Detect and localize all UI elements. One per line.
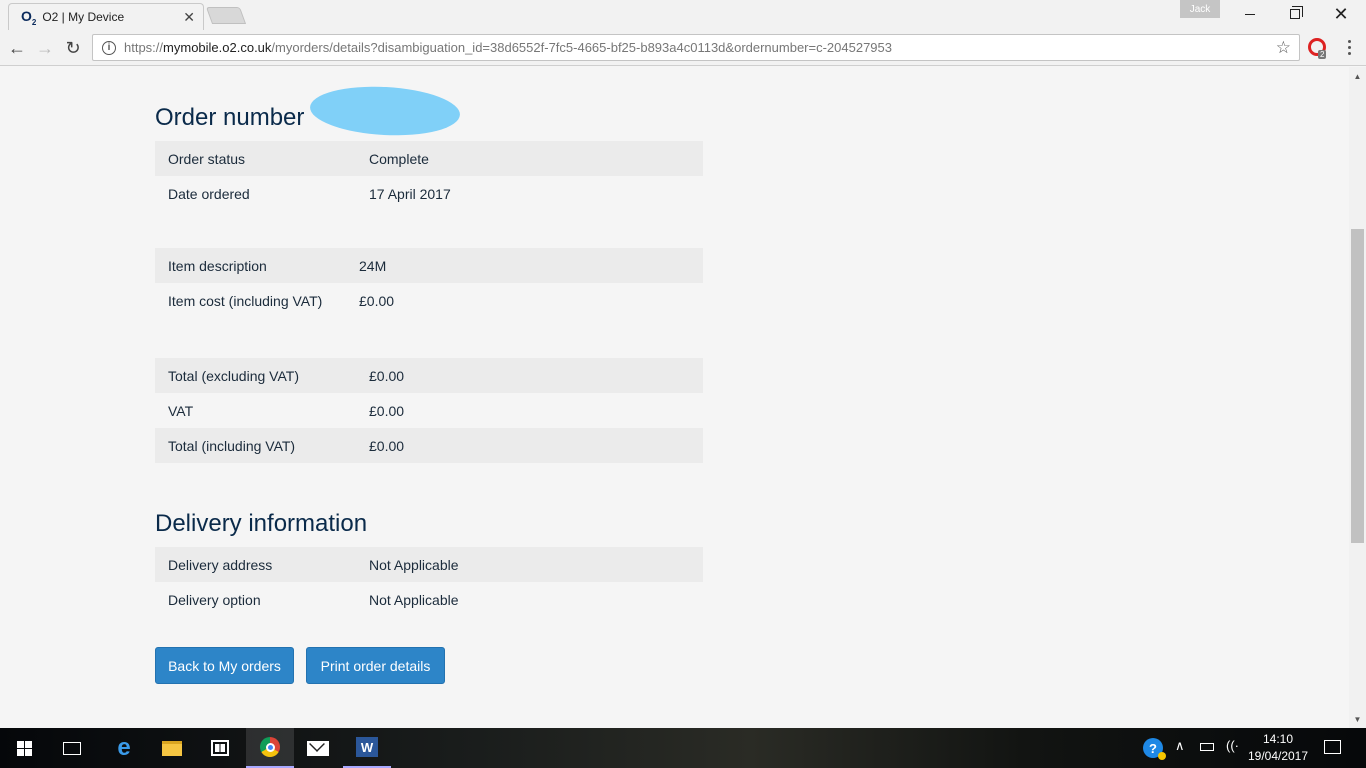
row-label: Order status bbox=[168, 150, 246, 167]
site-info-icon[interactable]: i bbox=[102, 40, 116, 55]
vat-row: VAT £0.00 bbox=[155, 393, 703, 428]
store-icon bbox=[211, 740, 229, 756]
task-view-icon bbox=[63, 741, 81, 755]
url-host: mymobile.o2.co.uk bbox=[163, 40, 272, 55]
tab-close-icon[interactable]: ✕ bbox=[183, 9, 195, 26]
scroll-down-arrow-icon[interactable]: ▼ bbox=[1349, 712, 1366, 726]
word-icon: W bbox=[356, 737, 378, 757]
row-value: £0.00 bbox=[369, 367, 405, 384]
edge-browser-icon[interactable]: e bbox=[100, 728, 148, 768]
row-value: £0.00 bbox=[359, 292, 395, 309]
order-status-row: Order status Complete bbox=[155, 141, 703, 176]
profile-badge[interactable]: Jack bbox=[1180, 0, 1220, 18]
scroll-up-arrow-icon[interactable]: ▲ bbox=[1349, 69, 1366, 83]
task-view-button[interactable] bbox=[48, 728, 96, 768]
back-arrow-icon[interactable]: ← bbox=[6, 37, 28, 59]
clock-date: 19/04/2017 bbox=[1247, 749, 1309, 763]
mail-button[interactable] bbox=[294, 728, 342, 768]
scroll-thumb[interactable] bbox=[1351, 229, 1364, 543]
row-label: Total (excluding VAT) bbox=[168, 367, 299, 384]
total-including-vat-row: Total (including VAT) £0.00 bbox=[155, 428, 703, 463]
row-value: 17 April 2017 bbox=[369, 185, 451, 202]
url-text[interactable]: https://mymobile.o2.co.uk/myorders/detai… bbox=[124, 40, 1276, 55]
forward-arrow-icon[interactable]: → bbox=[34, 37, 56, 59]
row-value: Not Applicable bbox=[369, 591, 459, 608]
battery-icon[interactable] bbox=[1200, 743, 1214, 751]
order-number-heading: Order number bbox=[155, 104, 305, 131]
row-label: Item description bbox=[168, 257, 267, 274]
bookmark-star-icon[interactable]: ☆ bbox=[1276, 38, 1291, 58]
row-value: 24M bbox=[359, 257, 387, 274]
minimize-button[interactable] bbox=[1227, 0, 1273, 28]
restore-button[interactable] bbox=[1272, 0, 1318, 28]
browser-toolbar: ← → ↻ i https://mymobile.o2.co.uk/myorde… bbox=[0, 30, 1366, 66]
row-value: Not Applicable bbox=[369, 556, 459, 573]
reload-icon[interactable]: ↻ bbox=[62, 37, 84, 59]
wifi-icon[interactable]: ((· bbox=[1226, 738, 1239, 753]
url-scheme: https:// bbox=[124, 40, 164, 55]
folder-icon bbox=[162, 740, 182, 756]
delivery-information-heading: Delivery information bbox=[155, 510, 368, 537]
redaction-mark bbox=[308, 83, 462, 139]
chrome-icon bbox=[260, 737, 280, 757]
address-bar[interactable]: i https://mymobile.o2.co.uk/myorders/det… bbox=[92, 34, 1300, 61]
file-explorer-button[interactable] bbox=[148, 728, 196, 768]
show-hidden-icons-chevron-icon[interactable]: ∧ bbox=[1175, 738, 1185, 754]
page-scrollbar[interactable]: ▲ ▼ bbox=[1349, 67, 1366, 728]
help-tray-icon[interactable]: ? bbox=[1143, 738, 1166, 760]
action-center-icon[interactable] bbox=[1324, 740, 1341, 754]
chrome-taskbar-button[interactable] bbox=[246, 728, 294, 768]
date-ordered-row: Date ordered 17 April 2017 bbox=[155, 176, 703, 211]
row-label: Total (including VAT) bbox=[168, 437, 296, 454]
item-description-row: Item description 24M bbox=[155, 248, 703, 283]
clock-time: 14:10 bbox=[1262, 732, 1294, 746]
total-excluding-vat-row: Total (excluding VAT) £0.00 bbox=[155, 358, 703, 393]
delivery-option-row: Delivery option Not Applicable bbox=[155, 582, 703, 617]
row-value: £0.00 bbox=[369, 402, 405, 419]
favicon-letter: O bbox=[21, 7, 32, 24]
favicon-subscript: 2 bbox=[31, 17, 37, 27]
page-content: Order number Order status Complete Date … bbox=[0, 67, 1349, 728]
windows-taskbar: e W ? ∧ ((· 14:10 19/04/2017 bbox=[0, 728, 1366, 768]
print-order-details-button[interactable]: Print order details bbox=[306, 647, 445, 684]
tab-title: O2 | My Device bbox=[42, 10, 125, 24]
extension-badge: 2 bbox=[1318, 50, 1327, 59]
url-path: /myorders/details?disambiguation_id=38d6… bbox=[271, 40, 893, 55]
row-label: VAT bbox=[168, 402, 194, 419]
row-value: Complete bbox=[369, 150, 429, 167]
start-button[interactable] bbox=[0, 728, 48, 768]
close-window-button[interactable]: ✕ bbox=[1318, 0, 1364, 28]
row-label: Item cost (including VAT) bbox=[168, 292, 323, 309]
delivery-address-row: Delivery address Not Applicable bbox=[155, 547, 703, 582]
browser-titlebar: O2 O2 | My Device ✕ Jack ✕ bbox=[0, 0, 1366, 30]
restore-icon bbox=[1290, 6, 1303, 19]
row-label: Delivery address bbox=[168, 556, 273, 573]
tab-o2-my-device[interactable]: O2 O2 | My Device ✕ bbox=[8, 3, 204, 30]
row-value: £0.00 bbox=[369, 437, 405, 454]
taskbar-clock[interactable]: 14:10 19/04/2017 bbox=[1244, 731, 1312, 765]
word-taskbar-button[interactable]: W bbox=[343, 728, 391, 768]
row-label: Date ordered bbox=[168, 185, 250, 202]
browser-menu-icon[interactable] bbox=[1340, 38, 1358, 56]
item-cost-row: Item cost (including VAT) £0.00 bbox=[155, 283, 703, 318]
back-to-my-orders-button[interactable]: Back to My orders bbox=[155, 647, 294, 684]
row-label: Delivery option bbox=[168, 591, 261, 608]
new-tab-button[interactable] bbox=[205, 7, 247, 24]
minimize-icon bbox=[1245, 13, 1255, 15]
store-button[interactable] bbox=[196, 728, 244, 768]
o2-favicon-icon: O2 bbox=[21, 8, 36, 27]
windows-logo-icon bbox=[16, 740, 32, 756]
mail-icon bbox=[307, 740, 329, 756]
